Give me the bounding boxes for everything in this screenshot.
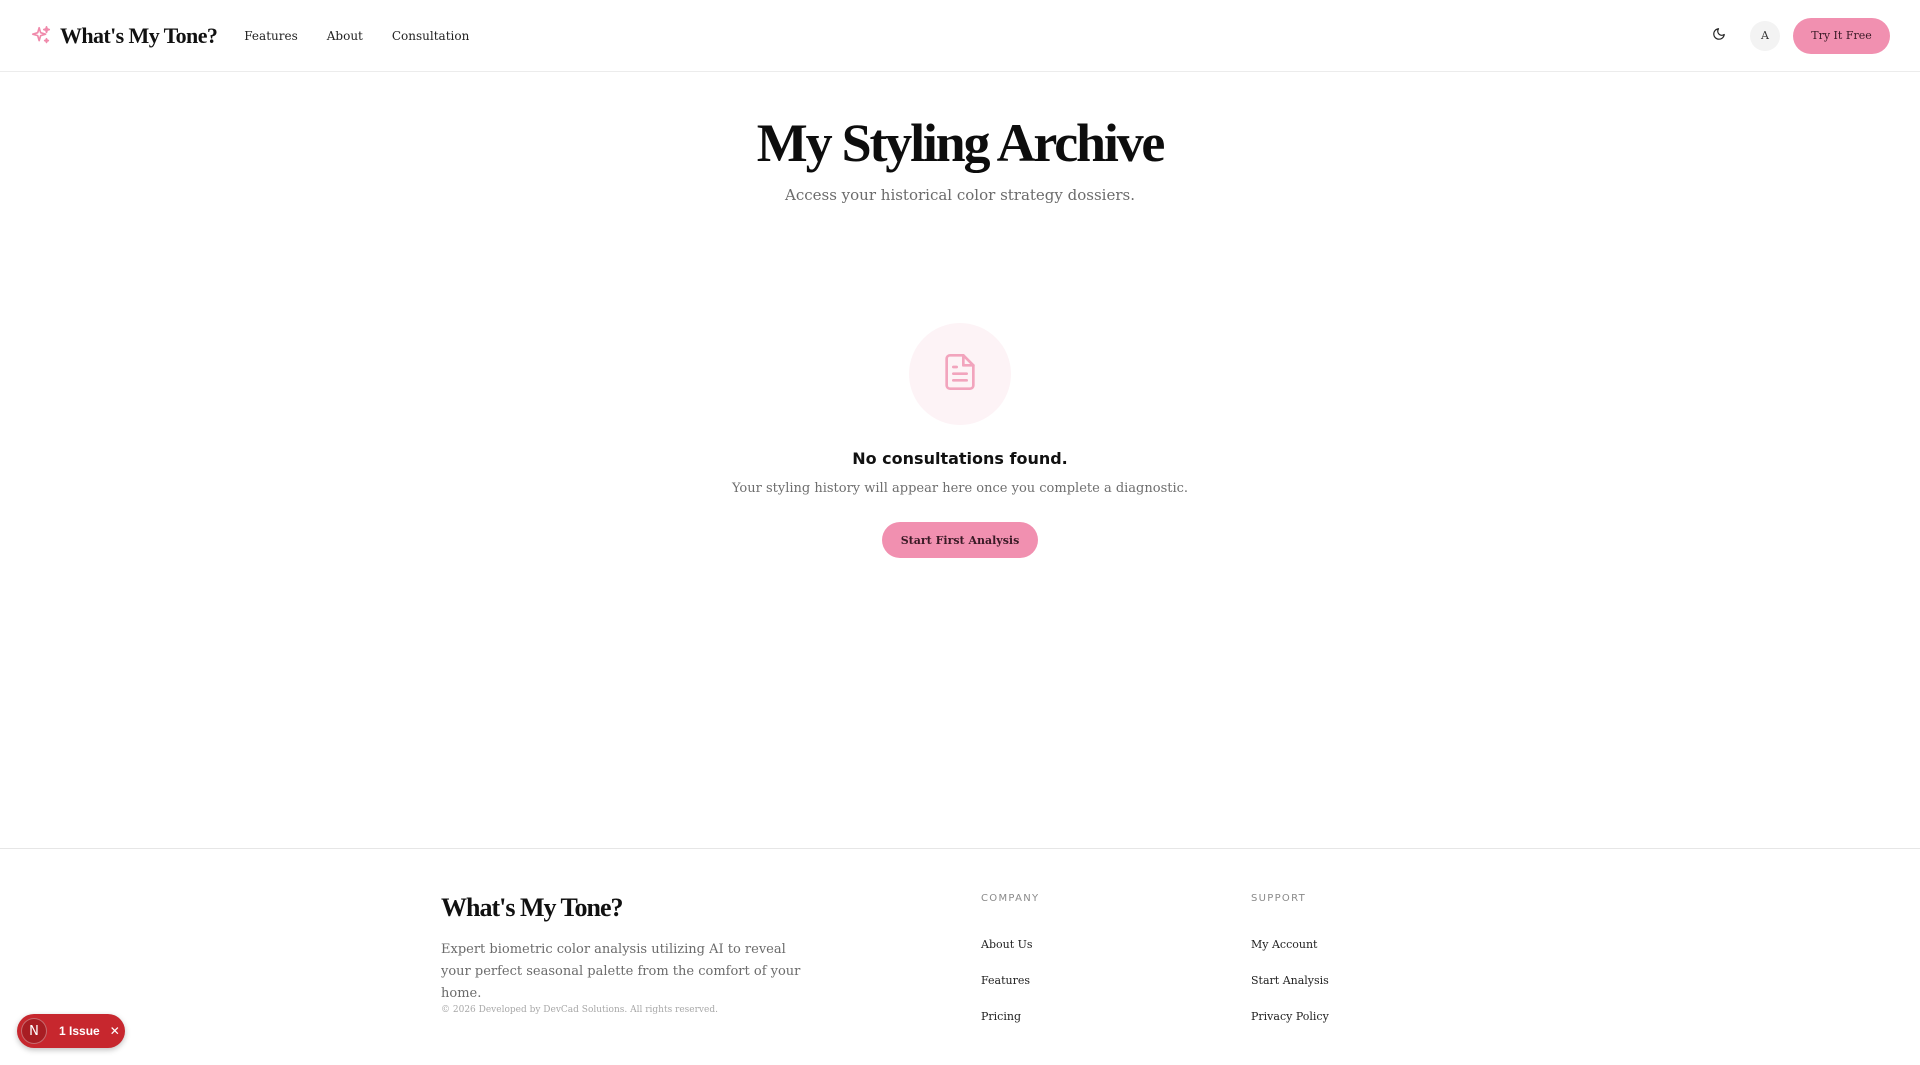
top-navbar: What's My Tone? Features About Consultat… xyxy=(0,0,1920,72)
nav-link-consultation[interactable]: Consultation xyxy=(392,29,469,43)
page-title: My Styling Archive xyxy=(756,113,1166,173)
list-item: Privacy Policy xyxy=(1251,1005,1329,1041)
footer-copyright: © 2026 Developed by DevCad Solutions. Al… xyxy=(441,1005,718,1015)
empty-state-icon-circle xyxy=(909,323,1011,425)
footer-brand: What's My Tone? xyxy=(441,893,623,922)
document-icon xyxy=(940,352,980,396)
list-item: My Account xyxy=(1251,933,1329,969)
footer-support-links: My Account Start Analysis Privacy Policy xyxy=(1251,933,1329,1041)
page-subtitle: Access your historical color strategy do… xyxy=(785,186,1135,204)
empty-state-text: Your styling history will appear here on… xyxy=(731,481,1189,496)
empty-state-title: No consultations found. xyxy=(852,449,1068,468)
footer-link-pricing[interactable]: Pricing xyxy=(981,1010,1021,1023)
list-item: About Us xyxy=(981,933,1039,969)
footer-company-column: COMPANY About Us Features Pricing xyxy=(981,893,1039,1041)
header-actions: A Try It Free xyxy=(1702,17,1890,54)
sparkle-icon xyxy=(30,25,52,47)
footer-description: Expert biometric color analysis utilizin… xyxy=(441,942,801,1001)
footer-link-start-analysis[interactable]: Start Analysis xyxy=(1251,974,1329,987)
moon-icon xyxy=(1712,26,1726,45)
footer-company-links: About Us Features Pricing xyxy=(981,933,1039,1041)
issue-count-label[interactable]: 1 Issue xyxy=(59,1024,100,1038)
brand-logo-link[interactable]: What's My Tone? xyxy=(30,22,218,49)
user-avatar[interactable]: A xyxy=(1750,20,1780,51)
nav-link-about[interactable]: About xyxy=(327,29,363,43)
start-first-analysis-button[interactable]: Start First Analysis xyxy=(882,522,1038,558)
main-nav: Features About Consultation xyxy=(244,29,469,43)
list-item: Start Analysis xyxy=(1251,969,1329,1005)
footer-link-about-us[interactable]: About Us xyxy=(981,938,1033,951)
footer-support-column: SUPPORT My Account Start Analysis Privac… xyxy=(1251,893,1329,1041)
dev-issues-badge[interactable]: N 1 Issue ✕ xyxy=(17,1014,125,1048)
footer-company-heading: COMPANY xyxy=(981,893,1040,904)
close-icon[interactable]: ✕ xyxy=(110,1024,120,1038)
footer-link-my-account[interactable]: My Account xyxy=(1251,938,1317,951)
try-it-free-button[interactable]: Try It Free xyxy=(1793,17,1890,54)
brand-name: What's My Tone? xyxy=(60,22,218,48)
footer-link-features[interactable]: Features xyxy=(981,974,1030,987)
footer-link-privacy-policy[interactable]: Privacy Policy xyxy=(1251,1010,1329,1023)
footer-support-heading: SUPPORT xyxy=(1251,893,1307,904)
nextjs-logo-icon: N xyxy=(21,1018,47,1044)
list-item: Pricing xyxy=(981,1005,1039,1041)
nav-link-features[interactable]: Features xyxy=(244,29,297,43)
theme-toggle-button[interactable] xyxy=(1702,19,1736,53)
list-item: Features xyxy=(981,969,1039,1005)
site-footer: What's My Tone? Expert biometric color a… xyxy=(0,848,1920,1065)
